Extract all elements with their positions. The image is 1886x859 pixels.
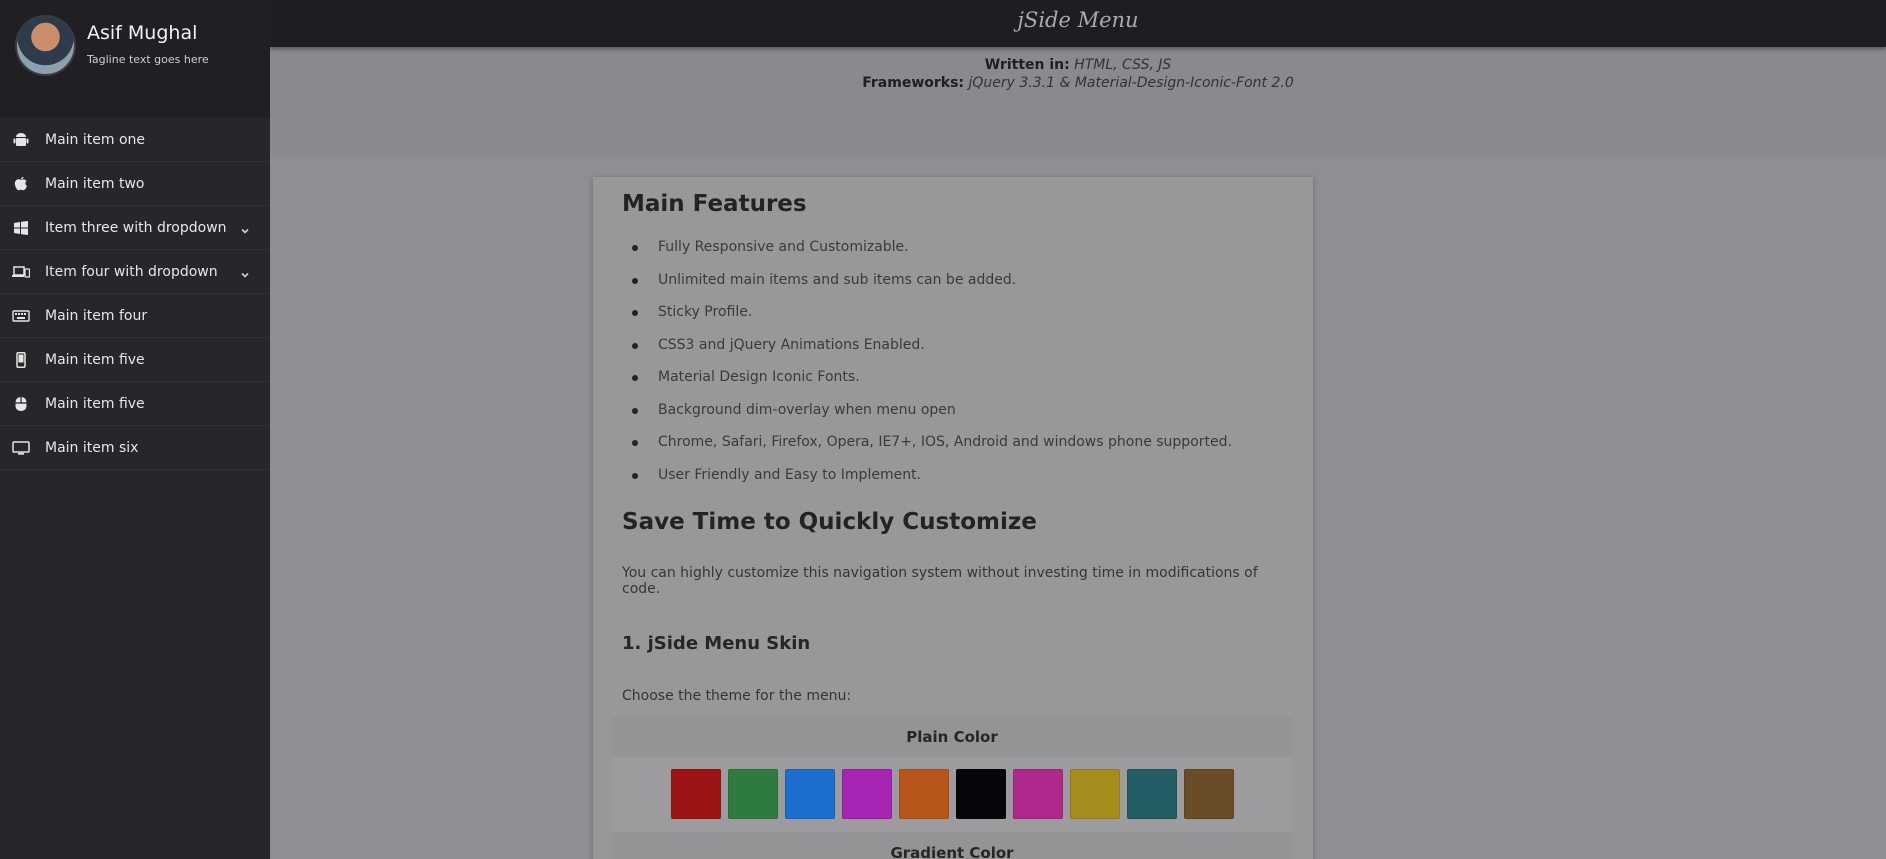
color-swatch-3[interactable] xyxy=(784,769,835,819)
content-card: Main Features Fully Responsive and Custo… xyxy=(593,177,1313,859)
list-item: CSS3 and jQuery Animations Enabled. xyxy=(632,337,1284,370)
apple-icon xyxy=(12,175,30,193)
color-swatch-6[interactable] xyxy=(955,769,1006,819)
features-title: Main Features xyxy=(622,191,807,217)
bullet-icon xyxy=(632,440,638,446)
bullet-icon xyxy=(632,472,638,479)
color-swatch-9[interactable] xyxy=(1126,769,1177,819)
feature-text: Background dim-overlay when menu open xyxy=(658,401,956,418)
bullet-icon xyxy=(632,342,638,349)
sidebar-item-label: Main item four xyxy=(45,307,148,324)
plain-color-heading: Plain Color xyxy=(612,717,1292,757)
sidebar-item-label: Main item five xyxy=(45,395,145,412)
sidebar-item-label: Main item one xyxy=(45,131,146,148)
skin-picker: Plain Color Gradient Color xyxy=(612,717,1292,859)
devices-icon xyxy=(12,263,30,281)
sidebar-menu: Main item one Main item two Item three w… xyxy=(0,118,270,470)
list-item: User Friendly and Easy to Implement. xyxy=(632,467,1284,500)
color-swatch-5[interactable] xyxy=(898,769,949,819)
sidebar-item-main-item-five[interactable]: Main item five xyxy=(0,338,270,382)
customize-text: You can highly customize this navigation… xyxy=(622,565,1258,597)
chevron-down-icon[interactable] xyxy=(240,221,250,240)
windows-icon xyxy=(12,219,30,237)
features-list: Fully Responsive and Customizable. Unlim… xyxy=(622,239,1284,499)
feature-text: Unlimited main items and sub items can b… xyxy=(658,271,1017,288)
sidebar-item-label: Main item five xyxy=(45,351,145,368)
android-icon xyxy=(12,131,30,149)
sidebar-item-main-item-four[interactable]: Main item four xyxy=(0,294,270,338)
frameworks-label: Frameworks: xyxy=(862,75,965,91)
phone-icon xyxy=(12,351,30,369)
written-in-label: Written in: xyxy=(984,57,1070,73)
list-item: Fully Responsive and Customizable. xyxy=(632,239,1284,272)
list-item: Unlimited main items and sub items can b… xyxy=(632,272,1284,305)
keyboard-icon xyxy=(12,307,30,325)
frameworks-line: Frameworks: jQuery 3.3.1 & Material-Desi… xyxy=(270,75,1886,91)
sidebar-item-label: Item four with dropdown xyxy=(45,263,218,280)
customize-title: Save Time to Quickly Customize xyxy=(622,509,1037,535)
page-title: jSide Menu xyxy=(1017,8,1139,32)
skin-title: 1. jSide Menu Skin xyxy=(622,633,811,654)
feature-text: Sticky Profile. xyxy=(658,304,753,320)
list-item: Material Design Iconic Fonts. xyxy=(632,369,1284,402)
bullet-icon xyxy=(632,375,638,381)
sidebar-item-three-dropdown[interactable]: Item three with dropdown xyxy=(0,206,270,250)
sidebar-item-label: Item three with dropdown xyxy=(45,219,227,236)
list-item: Background dim-overlay when menu open xyxy=(632,402,1284,435)
list-item: Sticky Profile. xyxy=(632,304,1284,337)
swatch-row xyxy=(612,757,1292,831)
bullet-icon xyxy=(632,245,638,251)
sidebar-item-four-dropdown[interactable]: Item four with dropdown xyxy=(0,250,270,294)
sidebar-item-main-item-five-mouse[interactable]: Main item five xyxy=(0,382,270,426)
frameworks-value: jQuery 3.3.1 & Material-Design-Iconic-Fo… xyxy=(968,75,1294,91)
sidebar-item-label: Main item two xyxy=(45,175,145,192)
skin-text: Choose the theme for the menu: xyxy=(622,688,852,704)
sidebar-item-main-item-two[interactable]: Main item two xyxy=(0,162,270,206)
color-swatch-8[interactable] xyxy=(1069,769,1120,819)
profile-name: Asif Mughal xyxy=(87,22,198,44)
monitor-icon xyxy=(12,439,30,457)
color-swatch-1[interactable] xyxy=(670,769,721,819)
mouse-icon xyxy=(12,395,30,413)
gradient-color-heading: Gradient Color xyxy=(612,833,1292,859)
color-swatch-4[interactable] xyxy=(841,769,892,819)
avatar xyxy=(15,15,76,76)
top-header: jSide Menu xyxy=(270,0,1886,47)
sidebar: Asif Mughal Tagline text goes here Main … xyxy=(0,0,270,859)
color-swatch-2[interactable] xyxy=(727,769,778,819)
list-item: Chrome, Safari, Firefox, Opera, IE7+, IO… xyxy=(632,434,1284,467)
written-in-value: HTML, CSS, JS xyxy=(1074,57,1172,73)
sidebar-item-main-item-one[interactable]: Main item one xyxy=(0,118,270,162)
bullet-icon xyxy=(632,407,638,414)
feature-text: CSS3 and jQuery Animations Enabled. xyxy=(658,336,925,353)
bullet-icon xyxy=(632,310,638,316)
sidebar-item-main-item-six[interactable]: Main item six xyxy=(0,426,270,470)
feature-text: Material Design Iconic Fonts. xyxy=(658,369,860,385)
profile-tagline: Tagline text goes here xyxy=(87,53,209,66)
bullet-icon xyxy=(632,277,638,284)
written-in-line: Written in: HTML, CSS, JS xyxy=(270,57,1886,73)
sidebar-item-label: Main item six xyxy=(45,439,139,456)
info-band: Written in: HTML, CSS, JS Frameworks: jQ… xyxy=(270,47,1886,157)
feature-text: Fully Responsive and Customizable. xyxy=(658,239,909,255)
color-swatch-7[interactable] xyxy=(1012,769,1063,819)
color-swatch-10[interactable] xyxy=(1183,769,1234,819)
profile-section: Asif Mughal Tagline text goes here xyxy=(0,0,270,118)
chevron-down-icon[interactable] xyxy=(240,265,250,284)
feature-text: User Friendly and Easy to Implement. xyxy=(658,466,922,483)
feature-text: Chrome, Safari, Firefox, Opera, IE7+, IO… xyxy=(658,434,1232,450)
